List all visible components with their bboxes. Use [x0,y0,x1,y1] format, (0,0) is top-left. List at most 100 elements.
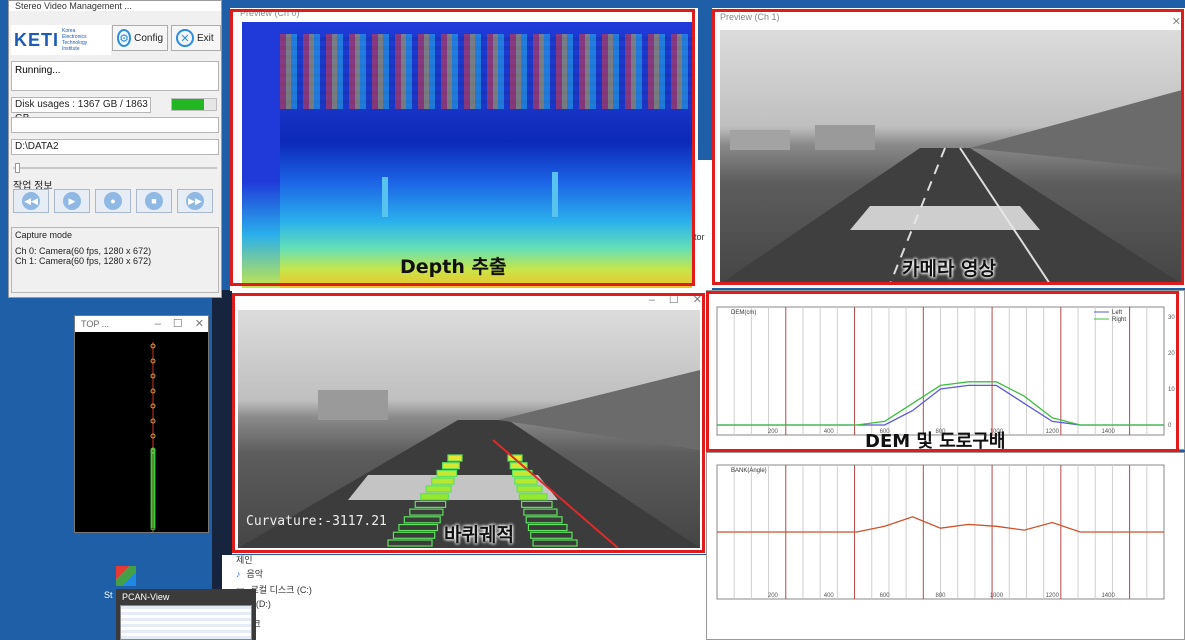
minimize-icon[interactable]: – [649,290,655,310]
left-wheel-segment [447,454,463,462]
top-view-window: TOP ... – ☐ ✕ [74,315,209,533]
camera-preview-window: Preview (Ch 1) ✕ 카메라 영상 [712,8,1185,288]
music-icon: ♪ [236,568,241,579]
disk-usage-text: Disk usages : 1367 GB / 1863 GB [11,97,151,124]
pcan-view-thumbnail[interactable]: PCAN-View [116,589,256,640]
gear-icon: ⚙ [117,29,132,47]
depth-noise-region [280,34,692,109]
close-icon[interactable]: ✕ [1172,12,1181,32]
config-button[interactable]: ⚙ Config [112,25,168,51]
keti-logo-sub: Korea Electronics Technology Institute [62,28,88,52]
desktop-icon-label: St [104,590,113,600]
depth-map-image [242,22,692,288]
maximize-icon[interactable]: ☐ [173,316,183,332]
svm-title: Stereo Video Management ... [9,1,221,11]
background-window-strip: tor [694,160,712,290]
explorer-item-music[interactable]: ♪ 음악 [236,567,263,580]
camera-window-title: Preview (Ch 1) [720,12,780,22]
stop-icon: ■ [145,192,163,210]
capture-line-1: Ch 1: Camera(60 fps, 1280 x 672) [15,256,152,266]
depth-left-dark-strip [242,22,280,288]
x-tick-label: 200 [768,593,779,599]
top-view-plot [150,342,156,532]
play-button[interactable]: ▶ [54,189,90,213]
capture-line-0: Ch 0: Camera(60 fps, 1280 x 672) [15,246,152,256]
wheel-path-road-image: Curvature:-3117.21 [238,310,700,548]
depth-window-title: Preview (Ch 0) [240,8,300,18]
progress-slider[interactable] [13,163,217,173]
exit-button[interactable]: ✕ Exit [171,25,221,51]
rewind-icon: ◀◀ [22,192,40,210]
x-tick-label: 400 [824,593,835,599]
camera-road-image [720,30,1182,284]
depth-post-left [382,177,388,217]
capture-mode-box: Capture mode Ch 0: Camera(60 fps, 1280 x… [11,227,219,293]
x-tick-label: 1000 [990,593,1004,599]
left-wheel-segment [420,493,449,501]
right-wheel-segment [514,477,538,485]
disk-usage-bar [171,98,217,111]
bank-chart-window: BANK(Angle) 200 400 600 800 1000 1200 1400 [706,452,1185,640]
left-wheel-segment [425,485,452,493]
minimize-icon[interactable]: – [155,316,161,332]
rewind-button[interactable]: ◀◀ [13,189,49,213]
legend-entry: Left [1112,310,1122,316]
chart-title: DEM(cm) [731,310,756,316]
slider-thumb[interactable] [15,163,20,173]
keti-logo: KETI Korea Electronics Technology Instit… [11,25,111,55]
file-explorer-partial: 제인 ♪음악 ▭로컬 디스크 (C:) AVE (D:) 트워크 [222,555,706,640]
dem-chart: DEM(cm)200 400 600 800 1000 1200 14000102030Le… [716,306,1175,436]
curvature-text: Curvature:-3117.21 [246,514,387,529]
maximize-icon[interactable]: ☐ [669,290,679,310]
x-tick-label: 200 [768,429,779,435]
record-icon: ● [104,192,122,210]
dem-label: DEM 및 도로구배 [865,431,1006,452]
play-icon: ▶ [63,192,81,210]
fast-forward-button[interactable]: ▶▶ [177,189,213,213]
capture-mode-label: Capture mode [15,230,73,240]
record-button[interactable]: ● [95,189,131,213]
x-tick-label: 800 [935,593,946,599]
y-tick-label: 30 [1168,315,1175,321]
pcan-view-preview [120,605,252,640]
depth-label: Depth 추출 [400,256,507,278]
stop-button[interactable]: ■ [136,189,172,213]
x-tick-label: 600 [880,593,891,599]
cube-icon [116,566,136,586]
x-tick-label: 1200 [1046,429,1060,435]
disk-usage-fill [172,99,205,110]
wheel-path-window: – ☐ ✕ Curvature:-3117.21 바퀴궤적 [232,290,706,554]
legend-entry: Right [1112,317,1126,323]
y-tick-label: 20 [1168,351,1175,357]
x-tick-label: 1200 [1046,593,1060,599]
explorer-item-partial[interactable]: 제인 [236,553,253,566]
wheel-path-label: 바퀴궤적 [444,524,514,546]
dem-chart-window: DEM(cm) 200 400 600 800 1000 1200 1400 0 10 20 30 Le… [706,290,1185,452]
y-tick-label: 0 [1168,423,1172,429]
camera-label: 카메라 영상 [902,258,997,280]
stereo-video-management-window: Stereo Video Management ... KETI Korea E… [8,0,222,298]
right-wheel-segment [516,485,543,493]
bank-chart: BANK(Angle) 200 400 600 800 1000 1200 1400 [716,464,1165,600]
left-wheel-segment [436,469,458,478]
left-wheel-segment [431,477,455,485]
chart-title: BANK(Angle) [731,468,767,474]
depth-preview-window: Preview (Ch 0) Depth 추출 [230,8,698,291]
blank-field [11,117,219,133]
keti-logo-text: KETI [14,29,60,50]
depth-post-right [552,172,558,217]
close-icon: ✕ [176,29,194,47]
close-icon[interactable]: ✕ [693,290,702,310]
fast-forward-icon: ▶▶ [186,192,204,210]
x-tick-label: 1400 [1101,429,1115,435]
slider-track [13,167,217,169]
y-tick-label: 10 [1168,387,1175,393]
status-text: Running... [15,65,61,76]
top-window-title: TOP ... [81,319,110,329]
camera-road-drawing [720,90,1182,284]
pcan-view-title: PCAN-View [122,592,170,602]
close-icon[interactable]: ✕ [195,316,204,332]
x-tick-label: 400 [824,429,835,435]
path-field[interactable]: D:\DATA2 [11,139,219,155]
left-wheel-segment [441,462,460,470]
